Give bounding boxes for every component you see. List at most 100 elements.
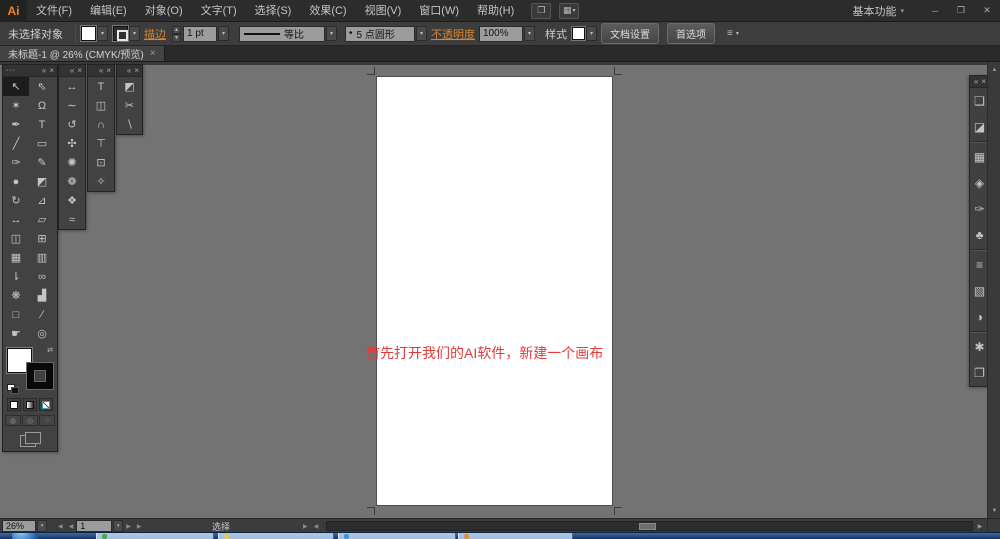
vertical-area-type-tool[interactable]: ⊡	[89, 153, 113, 172]
rectangle-tool[interactable]: ▭	[29, 134, 55, 153]
last-artboard-icon[interactable]: ▶	[134, 523, 145, 530]
symbol-sprayer-tool[interactable]: ❋	[3, 286, 29, 305]
opacity-field[interactable]: 100%	[479, 25, 523, 42]
vertical-scrollbar[interactable]: ▲ ▼	[987, 62, 1000, 518]
line-segment-tool[interactable]: ╱	[3, 134, 29, 153]
close-panel-icon[interactable]: ×	[77, 66, 82, 75]
column-graph-tool[interactable]: ▟	[29, 286, 55, 305]
style-dropdown[interactable]: ▾	[586, 26, 597, 41]
expand-dock-icon[interactable]: «	[974, 77, 978, 86]
width-profile-dropdown[interactable]: 等比	[239, 25, 325, 42]
artboard-number-field[interactable]: 1	[76, 520, 113, 532]
zoom-level-dropdown[interactable]: ▾	[37, 520, 47, 532]
wrinkle-tool[interactable]: ≈	[60, 210, 84, 229]
perspective-grid-tool[interactable]: ⊞	[29, 229, 55, 248]
taskbar-app-button[interactable]	[96, 533, 214, 539]
stroke-weight-dropdown[interactable]: ▾	[218, 26, 229, 41]
collapse-panel-icon[interactable]: «	[42, 66, 46, 75]
eyedropper-tool[interactable]: ⇂	[3, 267, 29, 286]
knife-tool[interactable]: ∖	[118, 115, 142, 134]
magic-wand-tool[interactable]: ✶	[3, 96, 29, 115]
workspace-switcher[interactable]: 基本功能 ▾	[844, 3, 912, 19]
scroll-left-icon[interactable]: ◀	[311, 523, 322, 530]
scroll-up-icon[interactable]: ▲	[988, 63, 1000, 76]
brush-definition-caret[interactable]: ▾	[416, 26, 427, 41]
default-fill-stroke-icon[interactable]	[7, 384, 19, 394]
scroll-right-icon[interactable]: ▶	[974, 520, 986, 532]
arrange-documents-button[interactable]: ▦ ▾	[559, 2, 580, 19]
type-tool[interactable]: T	[29, 115, 55, 134]
zoom-tool[interactable]: ◎	[29, 324, 55, 343]
scroll-down-icon[interactable]: ▼	[988, 504, 1000, 517]
close-button[interactable]: ✕	[974, 0, 1000, 22]
fill-color-dropdown[interactable]: ▾	[97, 26, 108, 41]
opacity-dropdown[interactable]: ▾	[524, 26, 535, 41]
area-type-tool[interactable]: ◫	[89, 96, 113, 115]
menu-edit[interactable]: 编辑(E)	[81, 0, 136, 22]
horizontal-scrollbar-thumb[interactable]	[639, 523, 656, 530]
stroke-swatch[interactable]	[27, 363, 53, 389]
preferences-button[interactable]: 首选项	[667, 23, 715, 44]
stroke-color-swatch[interactable]	[113, 26, 128, 41]
zoom-level-field[interactable]: 26%	[2, 520, 36, 532]
collapse-panel-icon[interactable]: «	[70, 66, 74, 75]
slice-tool[interactable]: ∕	[29, 305, 55, 324]
menu-help[interactable]: 帮助(H)	[468, 0, 523, 22]
width-tool[interactable]: ↔	[3, 210, 29, 229]
paintbrush-tool[interactable]: ✑	[3, 153, 29, 172]
crystallize-tool[interactable]: ❖	[60, 191, 84, 210]
first-artboard-icon[interactable]: ◀	[55, 523, 66, 530]
menu-object[interactable]: 对象(O)	[136, 0, 192, 22]
menu-type[interactable]: 文字(T)	[192, 0, 246, 22]
shape-builder-tool[interactable]: ◫	[3, 229, 29, 248]
start-orb[interactable]	[12, 533, 38, 539]
eraser-tool[interactable]: ◩	[29, 172, 55, 191]
status-flyout-icon[interactable]: ▶	[300, 523, 311, 530]
hand-tool[interactable]: ☛	[3, 324, 29, 343]
restore-button[interactable]: ❐	[948, 0, 974, 22]
draw-behind-button[interactable]: ◎	[22, 415, 38, 426]
lasso-tool[interactable]: Ω	[29, 96, 55, 115]
panel-grip[interactable]: ▪▪▪	[6, 68, 15, 74]
minimize-button[interactable]: ─	[922, 0, 948, 22]
close-panel-icon[interactable]: ×	[49, 66, 54, 75]
scallop-tool[interactable]: ❁	[60, 172, 84, 191]
color-button[interactable]	[7, 398, 21, 411]
type-tool[interactable]: T	[89, 77, 113, 96]
document-setup-button[interactable]: 文档设置	[601, 23, 659, 44]
taskbar-app-button[interactable]	[458, 533, 573, 539]
taskbar-app-button[interactable]	[218, 533, 334, 539]
close-panel-icon[interactable]: ×	[106, 66, 111, 75]
draw-inside-button[interactable]: ○	[39, 415, 55, 426]
width-tool[interactable]: ↔	[60, 77, 84, 96]
stroke-panel-link[interactable]: 描边	[144, 26, 166, 42]
collapse-panel-icon[interactable]: «	[127, 66, 131, 75]
eraser-tool[interactable]: ◩	[118, 77, 142, 96]
previous-artboard-icon[interactable]: ◀	[66, 523, 77, 530]
scissors-tool[interactable]: ✂	[118, 96, 142, 115]
warp-tool[interactable]: ∼	[60, 96, 84, 115]
horizontal-scrollbar[interactable]	[326, 521, 973, 531]
scale-tool[interactable]: ⊿	[29, 191, 55, 210]
touch-type-tool[interactable]: ✧	[89, 172, 113, 191]
none-button[interactable]	[39, 398, 53, 411]
gradient-tool[interactable]: ▥	[29, 248, 55, 267]
stroke-color-dropdown[interactable]: ▾	[129, 26, 140, 41]
menu-view[interactable]: 视图(V)	[356, 0, 411, 22]
artboard-number-dropdown[interactable]: ▾	[113, 520, 124, 532]
screen-mode-button[interactable]	[20, 432, 41, 447]
pencil-tool[interactable]: ✎	[29, 153, 55, 172]
blend-tool[interactable]: ∞	[29, 267, 55, 286]
menu-window[interactable]: 窗口(W)	[410, 0, 468, 22]
collapse-panel-icon[interactable]: «	[99, 66, 103, 75]
close-panel-icon[interactable]: ×	[134, 66, 139, 75]
control-panel-menu-button[interactable]: ≡ ▾	[727, 28, 739, 39]
document-tab[interactable]: 未标题-1 @ 26% (CMYK/预览) ×	[0, 46, 165, 61]
selection-tool[interactable]: ↖	[3, 77, 29, 96]
bridge-button[interactable]: ❒	[531, 2, 552, 19]
brush-definition-dropdown[interactable]: • 5 点圆形	[345, 25, 415, 42]
pen-tool[interactable]: ✒	[3, 115, 29, 134]
twirl-tool[interactable]: ↺	[60, 115, 84, 134]
menu-file[interactable]: 文件(F)	[27, 0, 81, 22]
close-dock-icon[interactable]: ×	[981, 77, 986, 86]
